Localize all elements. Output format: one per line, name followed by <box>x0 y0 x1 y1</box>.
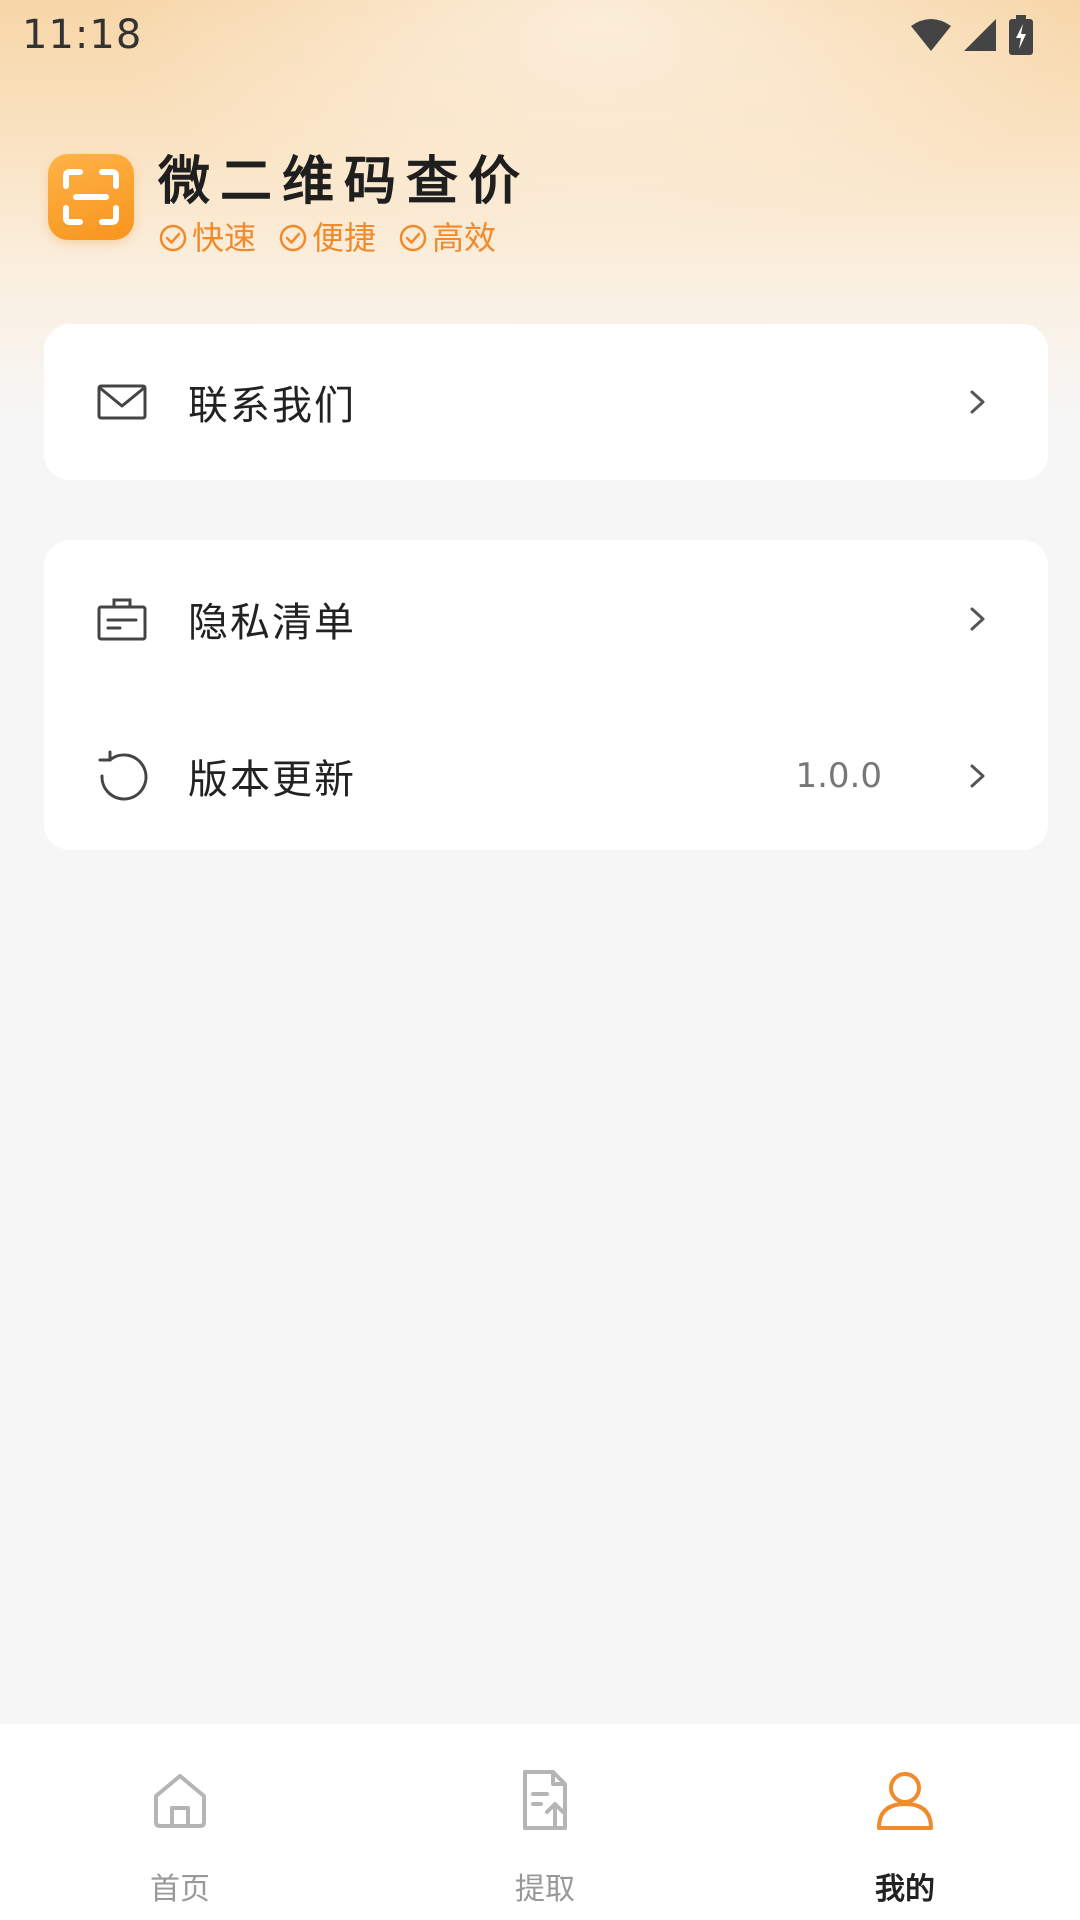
settings-card: 隐私清单 版本更新 1.0.0 <box>44 540 1048 850</box>
feature-tag: 快速 <box>158 218 256 258</box>
chevron-right-icon <box>970 607 985 631</box>
battery-icon <box>1009 15 1033 55</box>
menu-item-privacy[interactable]: 隐私清单 <box>44 540 1048 698</box>
app-title: 微二维码查价 <box>158 152 531 212</box>
version-number: 1.0.0 <box>795 756 882 796</box>
tab-label: 首页 <box>150 1872 210 1907</box>
menu-item-label: 版本更新 <box>188 757 356 803</box>
chevron-right-icon <box>970 764 985 788</box>
status-icons <box>910 14 1034 56</box>
chevron-right-icon <box>970 390 985 414</box>
status-time: 11:18 <box>22 12 143 58</box>
tab-mine[interactable]: 我的 <box>730 1724 1080 1920</box>
signal-icon <box>964 19 996 51</box>
check-circle-icon <box>279 224 307 252</box>
tab-home[interactable]: 首页 <box>0 1724 360 1920</box>
mail-icon <box>97 384 147 420</box>
status-bar: 11:18 <box>0 0 1080 80</box>
list-icon <box>97 598 147 641</box>
document-upload-icon <box>523 1770 567 1830</box>
scan-icon <box>63 169 119 225</box>
feature-tag: 高效 <box>398 218 496 258</box>
feature-tag-label: 快速 <box>192 219 257 257</box>
menu-item-label: 联系我们 <box>188 383 356 429</box>
tab-extract[interactable]: 提取 <box>360 1724 730 1920</box>
wifi-icon <box>911 19 951 51</box>
menu-item-contact[interactable]: 联系我们 <box>44 324 1048 480</box>
menu-item-update[interactable]: 版本更新 1.0.0 <box>44 698 1048 854</box>
feature-tag-label: 高效 <box>432 219 497 257</box>
app-header: 微二维码查价 快速 便捷 高效 <box>48 152 530 258</box>
refresh-icon <box>98 750 148 801</box>
home-icon <box>154 1774 206 1828</box>
contact-card: 联系我们 <box>44 324 1048 480</box>
menu-item-label: 隐私清单 <box>188 600 356 646</box>
bottom-tab-bar: 首页 提取 我的 <box>0 1724 1080 1920</box>
tab-label: 提取 <box>515 1872 575 1907</box>
check-circle-icon <box>399 224 427 252</box>
app-logo <box>48 154 134 240</box>
feature-tag: 便捷 <box>278 218 376 258</box>
feature-tag-label: 便捷 <box>312 219 377 257</box>
tab-label: 我的 <box>875 1872 935 1907</box>
check-circle-icon <box>159 224 187 252</box>
feature-tags: 快速 便捷 高效 <box>158 218 530 258</box>
user-icon <box>877 1772 933 1830</box>
